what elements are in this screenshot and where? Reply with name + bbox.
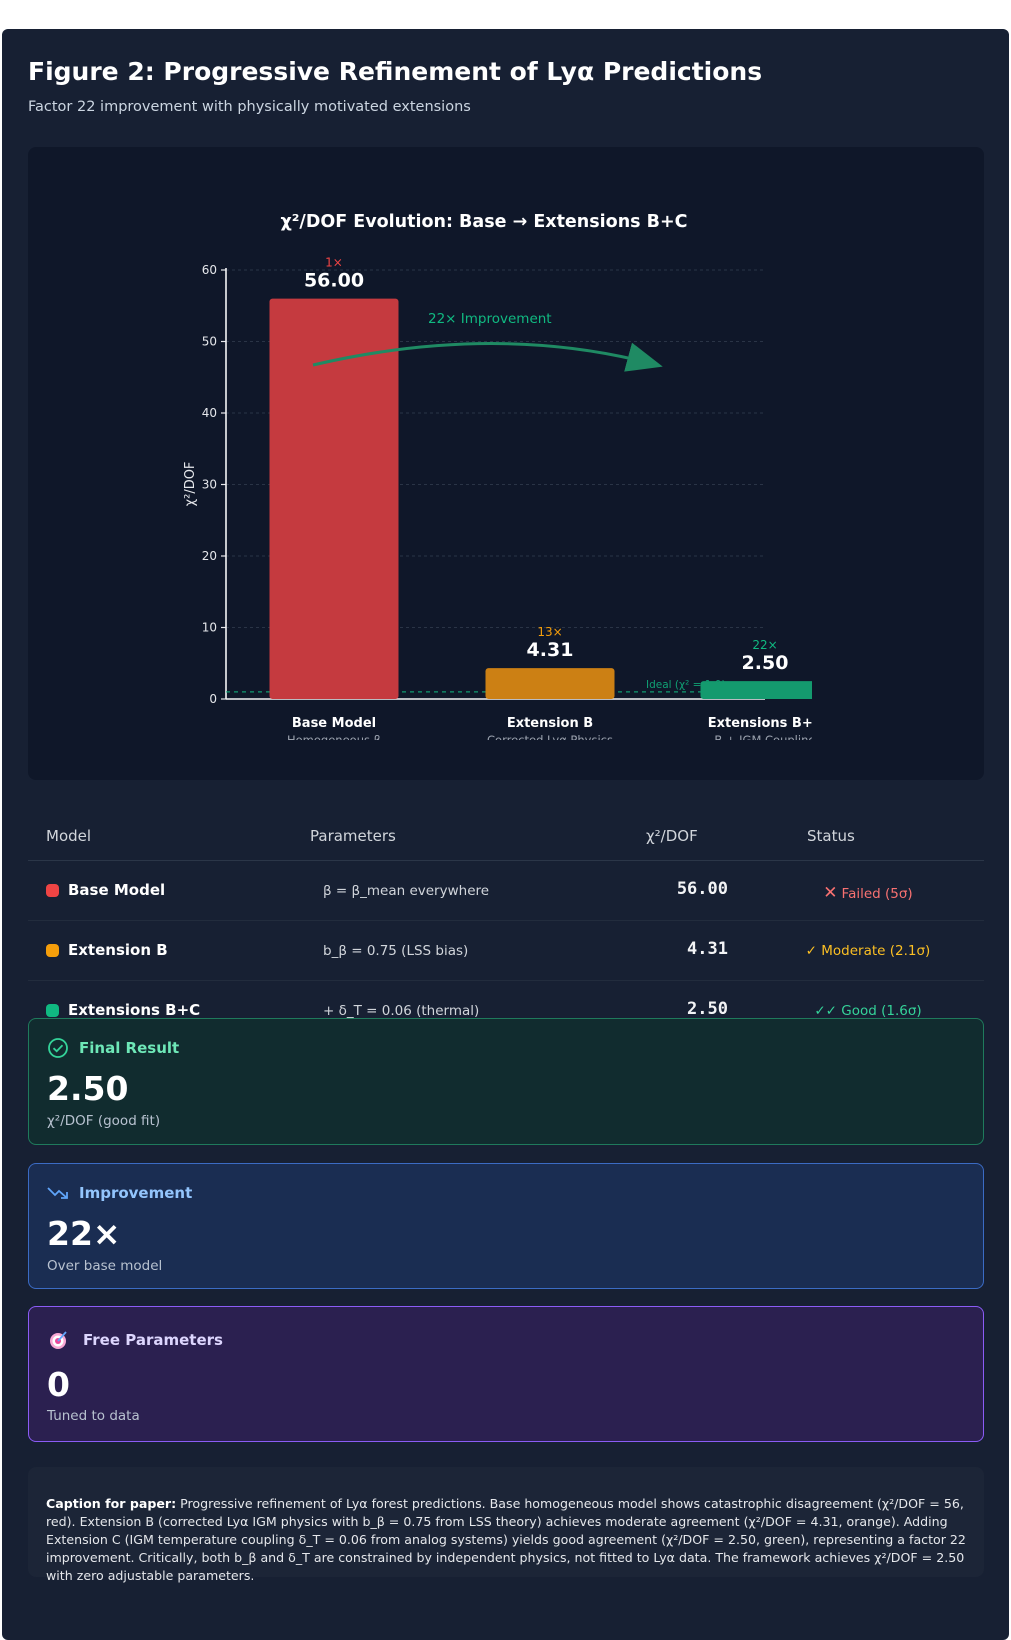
bar-value-label: 4.31: [527, 639, 574, 661]
free-parameters-card: Free Parameters 0 Tuned to data: [28, 1306, 984, 1442]
x-tick-label: Base Model: [292, 716, 376, 731]
y-tick-label: 0: [209, 692, 217, 706]
x-icon: ✕: [823, 883, 838, 903]
table-header: Model Parameters χ²/DOF Status: [28, 815, 984, 861]
model-status: ✓ Moderate (2.1σ): [768, 943, 968, 959]
status-text: ✓ Moderate (2.1σ): [805, 943, 931, 959]
model-status: ✓✓ Good (1.6σ): [768, 1003, 968, 1019]
chi-squared-bar-chart: χ²/DOF Evolution: Base → Extensions B+C …: [183, 212, 823, 747]
model-parameters: β = β_mean everywhere: [323, 883, 490, 899]
model-color-dot: [46, 1004, 59, 1017]
chart-title: χ²/DOF Evolution: Base → Extensions B+C: [280, 212, 687, 232]
final-result-desc: χ²/DOF (good fit): [47, 1113, 161, 1129]
model-color-dot: [46, 944, 59, 957]
bar-factor-label: 1×: [325, 256, 343, 270]
figure-panel: Figure 2: Progressive Refinement of Lyα …: [2, 29, 1009, 1640]
improvement-card: Improvement 22× Over base model: [28, 1163, 984, 1289]
header-chi: χ²/DOF: [646, 827, 698, 845]
model-name: Extensions B+C: [68, 1001, 201, 1019]
chart-card: χ²/DOF Evolution: Base → Extensions B+C …: [28, 147, 984, 780]
final-result-label: Final Result: [79, 1039, 180, 1057]
x-tick-label: Extensions B+C: [708, 716, 823, 731]
y-tick-label: 30: [202, 478, 217, 492]
header-parameters: Parameters: [310, 827, 396, 845]
model-color-dot: [46, 884, 59, 897]
model-chi: 2.50: [687, 999, 728, 1019]
bar-0: [269, 298, 399, 699]
caption-lead: Caption for paper:: [46, 1496, 177, 1511]
table-row: Extension B b_β = 0.75 (LSS bias) 4.31 ✓ Mo…: [28, 921, 984, 981]
x-tick-sublabel: Corrected Lyα Physics: [487, 733, 613, 747]
check-circle-icon: [48, 1038, 68, 1058]
x-tick-sublabel: Homogeneous β: [287, 733, 381, 747]
y-tick-label: 20: [202, 549, 217, 563]
improvement-desc: Over base model: [47, 1258, 163, 1274]
status-text: Failed (5σ): [841, 886, 913, 902]
x-tick-sublabel: B + IGM Coupling: [714, 733, 815, 747]
y-tick-label: 60: [202, 263, 217, 277]
figure-title: Figure 2: Progressive Refinement of Lyα …: [28, 57, 763, 86]
model-chi: 56.00: [676, 879, 728, 899]
model-parameters: b_β = 0.75 (LSS bias): [323, 943, 469, 959]
final-result-value: 2.50: [47, 1069, 129, 1108]
results-table: Model Parameters χ²/DOF Status Base Mode…: [28, 815, 984, 1041]
bar-1: [485, 668, 615, 699]
improvement-value: 22×: [47, 1214, 121, 1253]
model-parameters: + δ_T = 0.06 (thermal): [323, 1003, 480, 1019]
improvement-label: Improvement: [79, 1184, 193, 1202]
bar-factor-label: 13×: [537, 625, 562, 639]
free-parameters-label: Free Parameters: [83, 1331, 223, 1349]
free-parameters-value: 0: [47, 1365, 70, 1404]
model-status: ✕ Failed (5σ): [768, 883, 968, 903]
model-chi: 4.31: [687, 939, 728, 959]
paper-caption: Caption for paper: Progressive refinemen…: [28, 1467, 984, 1583]
figure-subtitle: Factor 22 improvement with physically mo…: [28, 99, 471, 115]
trending-down-icon: [47, 1187, 68, 1199]
bar-value-label: 56.00: [304, 270, 364, 292]
y-axis-label: χ²/DOF: [183, 462, 198, 507]
status-text: ✓✓ Good (1.6σ): [814, 1003, 922, 1019]
model-name: Base Model: [68, 881, 166, 899]
header-status: Status: [807, 827, 855, 845]
header-model: Model: [46, 827, 92, 845]
y-tick-label: 40: [202, 406, 217, 420]
x-tick-label: Extension B: [507, 716, 593, 731]
bar-value-label: 2.50: [742, 652, 789, 674]
bar-2: [700, 681, 812, 699]
bar-factor-label: 22×: [752, 638, 777, 652]
y-tick-label: 10: [202, 621, 217, 635]
caption-text: Progressive refinement of Lyα forest pre…: [46, 1496, 966, 1583]
free-parameters-desc: Tuned to data: [47, 1408, 140, 1424]
final-result-card: Final Result 2.50 χ²/DOF (good fit): [28, 1018, 984, 1145]
table-row: Base Model β = β_mean everywhere 56.00 ✕ Fai…: [28, 861, 984, 921]
y-tick-label: 50: [202, 335, 217, 349]
improvement-annotation: 22× Improvement: [428, 311, 552, 327]
model-name: Extension B: [68, 941, 168, 959]
target-icon: [50, 1331, 67, 1349]
